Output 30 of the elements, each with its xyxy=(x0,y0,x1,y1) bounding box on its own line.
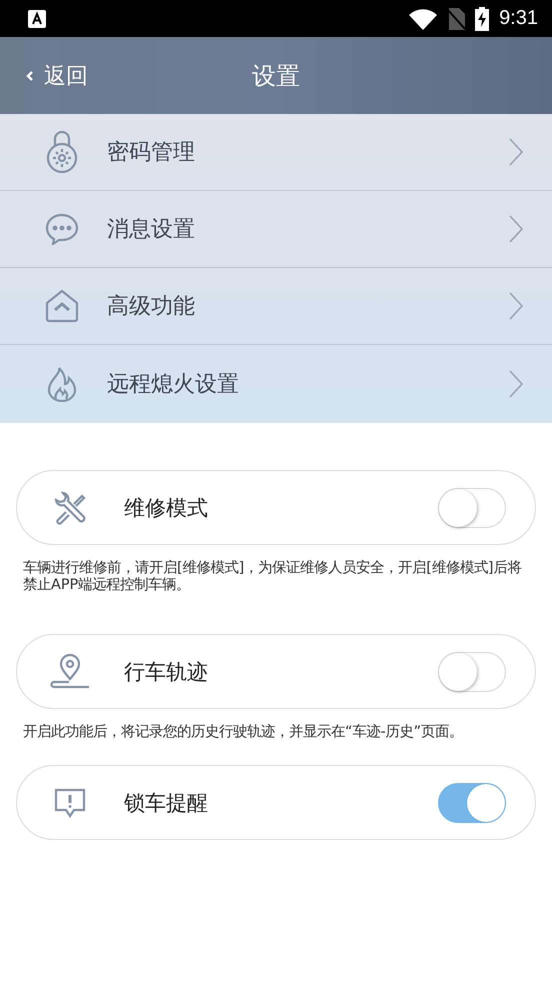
toggle-switch[interactable] xyxy=(438,488,506,528)
flame-icon xyxy=(45,366,79,402)
setting-label: 维修模式 xyxy=(124,494,209,522)
back-button[interactable]: 返回 xyxy=(20,56,94,94)
app-notification-icon xyxy=(28,10,46,28)
clock-time: 9:31 xyxy=(499,7,538,30)
no-sim-icon xyxy=(447,8,466,30)
house-up-icon xyxy=(45,289,79,323)
settings-menu-item[interactable]: 高级功能 xyxy=(0,268,552,345)
setting-label: 锁车提醒 xyxy=(124,790,209,816)
lock-icon xyxy=(45,129,79,175)
back-chevron-icon xyxy=(26,70,34,82)
speech-bubble-icon xyxy=(45,213,79,245)
toggle-switch[interactable] xyxy=(438,782,506,822)
settings-menu-item[interactable]: 远程熄火设置 xyxy=(0,345,552,423)
chevron-right-icon xyxy=(508,291,524,321)
setting-note: 车辆进行维修前，请开启[维修模式]，为保证维修人员安全，开启[维修模式]后将禁止APP端远程控制车辆。 xyxy=(23,560,522,594)
settings-menu-item[interactable]: 密码管理 xyxy=(0,114,552,191)
battery-charging-icon xyxy=(475,6,490,30)
wrench-screwdriver-icon xyxy=(52,490,88,526)
setting-note: 开启此功能后，将记录您的历史行驶轨迹，并显示在“车迹-历史”页面。 xyxy=(23,724,464,741)
alert-message-icon xyxy=(54,786,86,818)
chevron-right-icon xyxy=(508,137,524,167)
wifi-icon xyxy=(409,8,438,30)
chevron-right-icon xyxy=(508,214,524,244)
page-title: 设置 xyxy=(252,60,300,92)
setting-label: 行车轨迹 xyxy=(124,658,209,686)
toggle-switch[interactable] xyxy=(438,652,506,692)
chevron-right-icon xyxy=(508,369,524,399)
settings-menu-item[interactable]: 消息设置 xyxy=(0,191,552,268)
